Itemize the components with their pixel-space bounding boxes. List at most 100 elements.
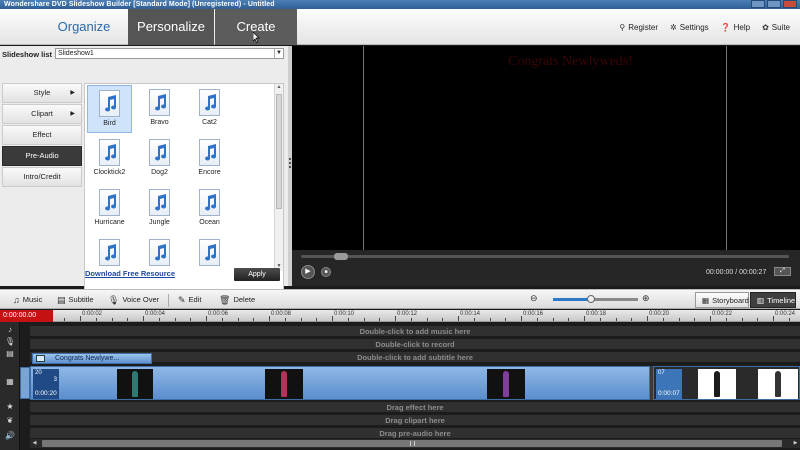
subtitle-clip[interactable]: Congrats Newlywe...	[32, 353, 152, 364]
subtitle-icon: ▤	[57, 295, 66, 305]
photo-thumbnail	[698, 369, 736, 399]
ruler-tick-label: 0:00:14	[460, 311, 481, 317]
audio-item-label: Encore	[198, 169, 221, 176]
tab-personalize[interactable]: Personalize	[128, 9, 214, 45]
scroll-thumb[interactable]	[276, 94, 282, 209]
ruler-tick-label: 0:00:04	[145, 311, 166, 317]
music-track-icon: ♪	[8, 325, 12, 334]
clip-info-1: 20 3 0:00:20	[33, 369, 59, 399]
trash-icon: 🗑	[219, 295, 231, 305]
ruler-tick-label: 0:00:18	[586, 311, 607, 317]
scroll-right-icon[interactable]: ▶	[791, 439, 800, 448]
seek-knob[interactable]	[334, 253, 348, 260]
record-track[interactable]: Double-click to record	[30, 339, 800, 350]
audio-item[interactable]: Encore	[187, 135, 232, 183]
category-clipart[interactable]: Clipart ▶	[2, 104, 82, 124]
zoom-slider[interactable]	[553, 295, 638, 303]
audio-item-label: Dog2	[151, 169, 168, 176]
settings-link[interactable]: ✲ Settings	[670, 23, 709, 32]
video-track[interactable]: 20 3 0:00:20 07 0:00:07	[30, 366, 800, 400]
edit-button[interactable]: ✎ Edit	[178, 290, 201, 310]
audio-item[interactable]: Hurricane	[87, 185, 132, 233]
delete-button[interactable]: 🗑 Delete	[219, 290, 255, 310]
music-file-icon	[99, 90, 120, 117]
audio-item[interactable]: Jungle	[137, 185, 182, 233]
tab-organize[interactable]: Organize	[41, 9, 127, 45]
apply-button[interactable]: Apply	[234, 268, 280, 281]
timeline-toggle[interactable]: ▥ Timeline	[750, 292, 796, 308]
audio-item[interactable]: Bravo	[137, 85, 182, 133]
category-pre-audio[interactable]: Pre-Audio	[2, 146, 82, 166]
zoom-out-icon[interactable]: ⊖	[530, 293, 538, 304]
scroll-left-icon[interactable]: ◀	[30, 439, 39, 448]
voice-over-button[interactable]: 🎙 Voice Over	[108, 290, 159, 310]
preview-caption: Congrats Newlyweds!	[508, 54, 633, 69]
audio-item[interactable]: Ocean	[187, 185, 232, 233]
fullscreen-button[interactable]: ⤢	[774, 267, 791, 276]
slideshow-select[interactable]: Slideshow1 ▼	[55, 48, 284, 59]
butterfly-icon: ❦	[6, 416, 14, 425]
timeline-scroll-thumb[interactable]	[42, 440, 782, 447]
music-file-icon	[99, 139, 120, 166]
close-button[interactable]	[783, 0, 797, 8]
timeline-icon: ▥	[757, 295, 765, 305]
register-link[interactable]: ⚲ Register	[619, 23, 658, 32]
effect-track[interactable]: Drag effect here	[30, 402, 800, 413]
microphone-icon: 🎙	[108, 295, 120, 305]
playback-bar: ▶ ■ 00:00:00 / 00:00:27 ⤢	[292, 250, 800, 286]
clip-info-2: 07 0:00:07	[656, 369, 682, 399]
audio-item[interactable]: Bird	[87, 85, 132, 133]
music-file-icon	[99, 239, 120, 266]
audio-item[interactable]: Dog2	[137, 135, 182, 183]
storyboard-toggle[interactable]: ▦ Storyboard	[695, 292, 749, 308]
gear-icon: ✲	[670, 22, 677, 32]
ruler-tick-label: 0:00:06	[208, 311, 229, 317]
audio-item[interactable]: Cat2	[187, 85, 232, 133]
audio-item-label: Bravo	[150, 119, 169, 126]
maximize-button[interactable]	[767, 0, 781, 8]
zoom-knob[interactable]	[587, 295, 596, 303]
audio-item[interactable]: Clocktick2	[87, 135, 132, 183]
ruler-tick-label: 0:00:22	[712, 311, 733, 317]
seek-slider[interactable]	[301, 253, 789, 260]
audio-item-label: Cat2	[202, 119, 217, 126]
ruler-tick-label: 0:00:16	[523, 311, 544, 317]
top-right-menu: ⚲ Register ✲ Settings ❓ Help ✿ Suite	[619, 9, 790, 45]
scroll-up-icon[interactable]: ▲	[275, 84, 283, 92]
photo-clip-1[interactable]: 20 3 0:00:20	[30, 366, 650, 400]
subtitle-button[interactable]: ▤ Subtitle	[57, 290, 94, 310]
photo-track-icon: ▦	[6, 377, 14, 386]
pre-audio-track[interactable]: Drag pre-audio here	[30, 428, 800, 439]
ruler-tick-label: 0:00:02	[82, 311, 103, 317]
audio-item[interactable]	[187, 235, 232, 283]
star-icon: ★	[6, 402, 14, 411]
category-list: Style ▶ Clipart ▶ Effect Pre-Audio Intro/C…	[2, 83, 82, 188]
music-file-icon	[199, 139, 220, 166]
music-file-icon	[199, 189, 220, 216]
storyboard-icon: ▦	[702, 295, 710, 305]
play-button[interactable]: ▶	[301, 265, 315, 279]
timeline-scrollbar[interactable]: ◀ ▶	[30, 439, 800, 448]
minimize-button[interactable]	[751, 0, 765, 8]
speaker-icon: 🔊	[5, 431, 15, 440]
timeline-toolbar: ♫ Music ▤ Subtitle 🎙 Voice Over ✎ Edit 🗑 Dele…	[0, 289, 800, 309]
stop-button[interactable]: ■	[321, 267, 331, 277]
arrow-right-icon: ▶	[70, 90, 75, 96]
music-track[interactable]: Double-click to add music here	[30, 326, 800, 337]
download-resource-link[interactable]: Download Free Resource	[85, 269, 175, 278]
suite-link[interactable]: ✿ Suite	[762, 23, 790, 32]
category-intro-credit[interactable]: Intro/Credit	[2, 167, 82, 187]
grid-scrollbar[interactable]: ▲ ▼	[274, 84, 283, 271]
category-effect[interactable]: Effect	[2, 125, 82, 145]
zoom-in-icon[interactable]: ⊕	[642, 293, 650, 304]
ruler-tick-label: 0:00:12	[397, 311, 418, 317]
clipart-track[interactable]: Drag clipart here	[30, 415, 800, 426]
timeline-tracks: ♪ 🎙 ▤ ▦ ★ ❦ 🔊 Double-click to add music …	[0, 322, 800, 450]
time-ruler[interactable]: 0:00:00.00 0:00:02 0:00:04 0:00:06 0:00:08 0…	[0, 310, 800, 322]
category-style[interactable]: Style ▶	[2, 83, 82, 103]
help-link[interactable]: ❓ Help	[721, 23, 750, 32]
chevron-down-icon: ▼	[274, 49, 283, 58]
playback-time: 00:00:00 / 00:00:27	[706, 269, 767, 276]
music-button[interactable]: ♫ Music	[13, 290, 42, 310]
photo-clip-2[interactable]: 07 0:00:07	[653, 366, 800, 400]
